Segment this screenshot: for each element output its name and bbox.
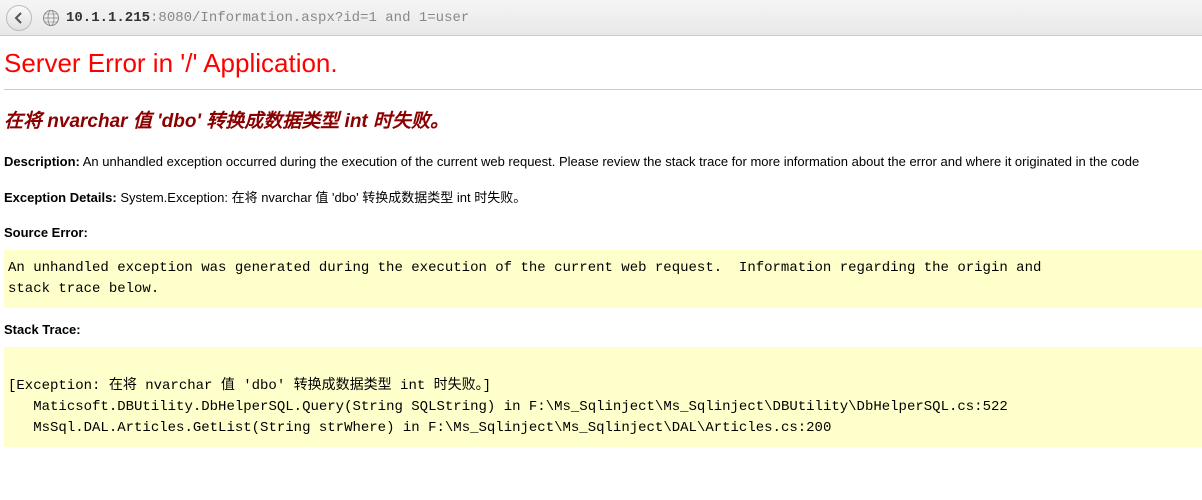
error-message: 在将 nvarchar 值 'dbo' 转换成数据类型 int 时失败。 xyxy=(4,106,1202,133)
globe-icon xyxy=(42,9,60,27)
err-type1: nvarchar xyxy=(47,111,127,132)
err-suffix: 时失败。 xyxy=(368,111,449,132)
divider xyxy=(4,89,1202,90)
err-type2: int xyxy=(345,111,368,132)
page-title: Server Error in '/' Application. xyxy=(4,48,1202,79)
url-port: :8080 xyxy=(150,10,192,26)
back-arrow-icon xyxy=(13,12,25,24)
back-button[interactable] xyxy=(6,5,32,31)
err-prefix: 在将 xyxy=(4,111,47,132)
url-host: 10.1.1.215 xyxy=(66,10,150,26)
stack-trace-block: [Exception: 在将 nvarchar 值 'dbo' 转换成数据类型 … xyxy=(4,347,1202,447)
browser-toolbar: 10.1.1.215:8080/Information.aspx?id=1 an… xyxy=(0,0,1202,36)
stack-trace-label: Stack Trace: xyxy=(4,322,1202,337)
description-label: Description: xyxy=(4,154,80,169)
source-error-block: An unhandled exception was generated dur… xyxy=(4,250,1202,308)
err-mid2: 转换成数据类型 xyxy=(201,111,345,132)
description-section: Description: An unhandled exception occu… xyxy=(4,153,1202,171)
description-text: An unhandled exception occurred during t… xyxy=(80,154,1139,169)
error-page-content: Server Error in '/' Application. 在将 nvar… xyxy=(0,36,1202,447)
exception-label: Exception Details: xyxy=(4,190,117,205)
err-mid1: 值 xyxy=(128,111,158,132)
url-bar[interactable]: 10.1.1.215:8080/Information.aspx?id=1 an… xyxy=(66,10,469,26)
exception-text: System.Exception: 在将 nvarchar 值 'dbo' 转换… xyxy=(117,190,527,205)
exception-details-section: Exception Details: System.Exception: 在将 … xyxy=(4,189,1202,207)
url-path: /Information.aspx?id=1 and 1=user xyxy=(192,10,469,26)
err-value: 'dbo' xyxy=(157,111,201,132)
source-error-label: Source Error: xyxy=(4,225,1202,240)
